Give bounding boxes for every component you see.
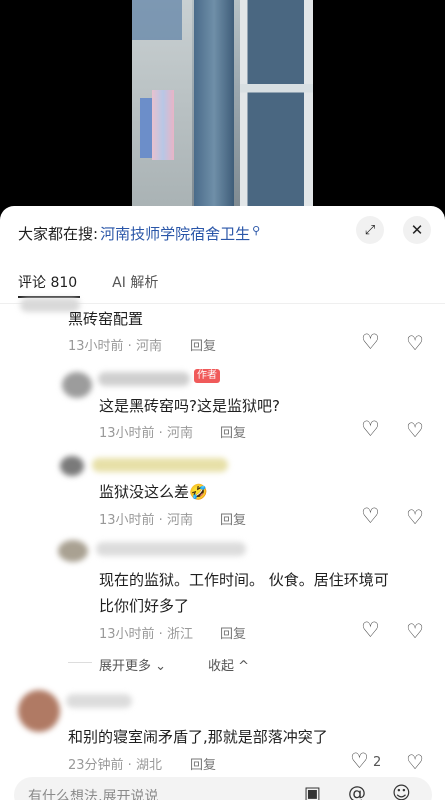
trending-search-term[interactable]: 河南技师学院宿舍卫生 [100, 223, 250, 244]
tab-comments[interactable]: 评论 810 [18, 272, 77, 292]
trending-search[interactable]: 大家都在搜: 河南技师学院宿舍卫生 ⚲ [18, 222, 260, 244]
comment-text: 这是黑砖窑吗?这是监狱吧? [99, 397, 280, 415]
reply-button[interactable]: 回复 [220, 623, 246, 642]
comment-input[interactable]: 有什么想法,展开说说 [28, 786, 158, 800]
trending-search-prefix: 大家都在搜: [18, 224, 99, 243]
mention-icon[interactable]: @ [348, 785, 366, 800]
close-icon: ✕ [410, 221, 424, 239]
comment-meta: 13小时前 · 河南 [99, 513, 193, 528]
comment-text: 黑砖窑配置 [68, 310, 144, 328]
avatar[interactable] [18, 690, 60, 732]
collapse-button[interactable]: 收起 ^ [208, 655, 249, 674]
author-badge: 作者 [194, 369, 220, 383]
dislike-icon[interactable]: ♡ [406, 752, 424, 772]
tab-ai-analysis[interactable]: AI 解析 [112, 272, 158, 292]
avatar[interactable] [60, 456, 84, 476]
close-button[interactable]: ✕ [403, 216, 431, 244]
comment-tabs: 评论 810 AI 解析 [18, 272, 193, 292]
avatar[interactable] [58, 540, 88, 562]
dislike-icon[interactable]: ♡ [406, 420, 424, 440]
thread-line [68, 662, 92, 663]
username[interactable] [98, 372, 190, 386]
dislike-icon[interactable]: ♡ [406, 507, 424, 527]
like-icon[interactable]: ♡ [361, 332, 380, 353]
avatar[interactable] [62, 372, 92, 398]
like-icon[interactable]: ♡ [361, 506, 380, 527]
reply-button[interactable]: 回复 [220, 422, 246, 441]
reply-button[interactable]: 回复 [190, 335, 216, 354]
comment-meta: 13小时前 · 河南 [99, 426, 193, 441]
reply-button[interactable]: 回复 [190, 754, 216, 773]
expand-button[interactable]: ⤢ [356, 216, 384, 244]
image-icon[interactable]: ▣ [304, 785, 321, 800]
expand-more-button[interactable]: 展开更多 ⌄ [99, 655, 166, 674]
comment-input-bar[interactable]: 有什么想法,展开说说 ▣ @ ☺ [14, 777, 432, 800]
comment-text-line2: 比你们好多了 [99, 597, 190, 615]
dislike-icon[interactable]: ♡ [406, 621, 424, 641]
expand-icon: ⤢ [364, 222, 376, 238]
like-icon[interactable]: ♡ [350, 751, 369, 772]
like-icon[interactable]: ♡ [361, 620, 380, 641]
username[interactable] [92, 458, 228, 472]
reply-button[interactable]: 回复 [220, 509, 246, 528]
comment-text-line1: 现在的监狱。工作时间。 伙食。居住环境可 [99, 571, 389, 589]
search-icon: ⚲ [252, 223, 261, 237]
dislike-icon[interactable]: ♡ [406, 333, 424, 353]
like-count: 2 [373, 755, 382, 770]
username[interactable] [66, 694, 132, 708]
like-icon[interactable]: ♡ [361, 419, 380, 440]
emoji-icon[interactable]: ☺ [392, 785, 411, 800]
video-player[interactable] [0, 0, 445, 215]
comments-sheet: 大家都在搜: 河南技师学院宿舍卫生 ⚲ ⤢ ✕ 评论 810 AI 解析 黑砖窑… [0, 206, 445, 800]
video-frame [132, 0, 313, 210]
comment-text: 监狱没这么差🤣 [99, 483, 208, 501]
comment-meta: 23分钟前 · 湖北 [68, 758, 162, 773]
comment-text: 和别的寝室闹矛盾了,那就是部落冲突了 [68, 728, 328, 746]
comment-meta: 13小时前 · 河南 [68, 339, 162, 354]
username[interactable] [96, 542, 246, 556]
comment-meta: 13小时前 · 浙江 [99, 627, 193, 642]
